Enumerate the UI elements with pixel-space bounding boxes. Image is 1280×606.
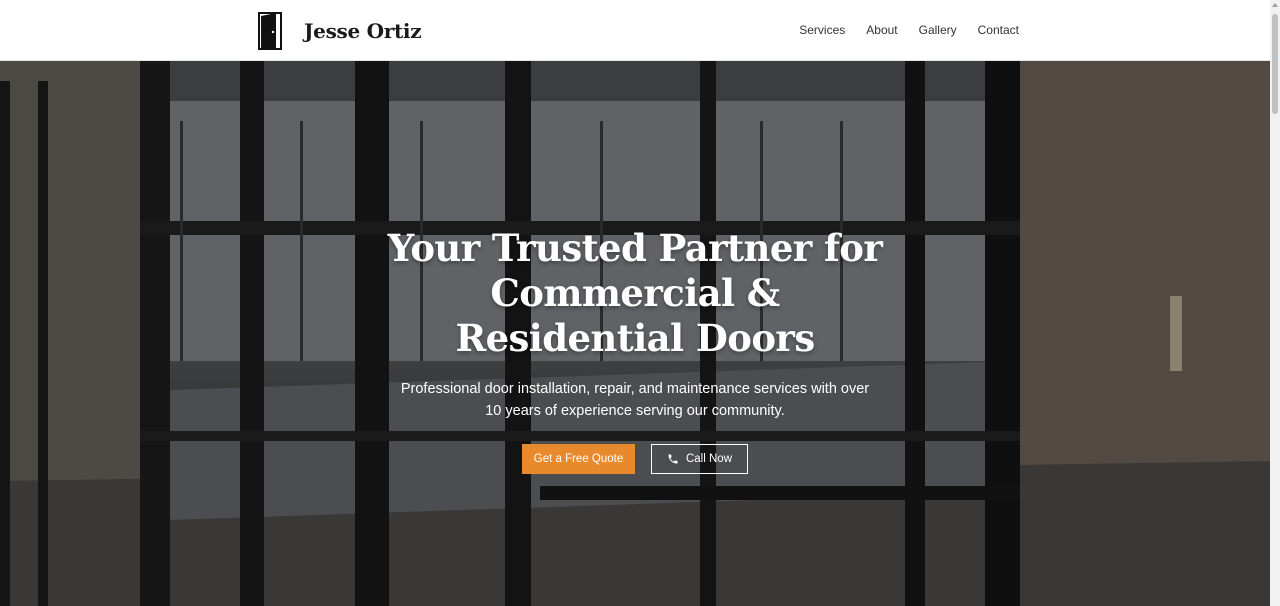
nav-gallery[interactable]: Gallery [919,22,957,38]
call-now-label: Call Now [685,453,732,465]
hero-subtitle: Professional door installation, repair, … [400,381,870,419]
site-header: Jesse Ortiz Services About Gallery Conta… [0,0,1270,61]
main-nav: Services About Gallery Contact [778,22,1019,38]
get-quote-label: Get a Free Quote [533,453,624,465]
scroll-thumb[interactable] [1272,14,1278,114]
scroll-up-arrow-icon[interactable] [1272,3,1278,7]
call-now-button[interactable]: Call Now [651,444,748,474]
door-icon [258,12,282,50]
nav-about[interactable]: About [866,22,897,38]
hero-content: Your Trusted Partner for Commercial & Re… [0,226,1270,474]
hero-title: Your Trusted Partner for Commercial & Re… [387,226,883,360]
nav-contact[interactable]: Contact [978,22,1019,38]
phone-icon [668,454,678,464]
page-scrollbar[interactable] [1270,0,1280,606]
nav-services[interactable]: Services [799,22,845,38]
brand-name: Jesse Ortiz [304,19,422,43]
brand-logo[interactable]: Jesse Ortiz [258,12,422,50]
hero-buttons: Get a Free Quote Call Now [0,444,1270,474]
hero-section: Your Trusted Partner for Commercial & Re… [0,61,1270,606]
get-quote-button[interactable]: Get a Free Quote [522,444,635,474]
